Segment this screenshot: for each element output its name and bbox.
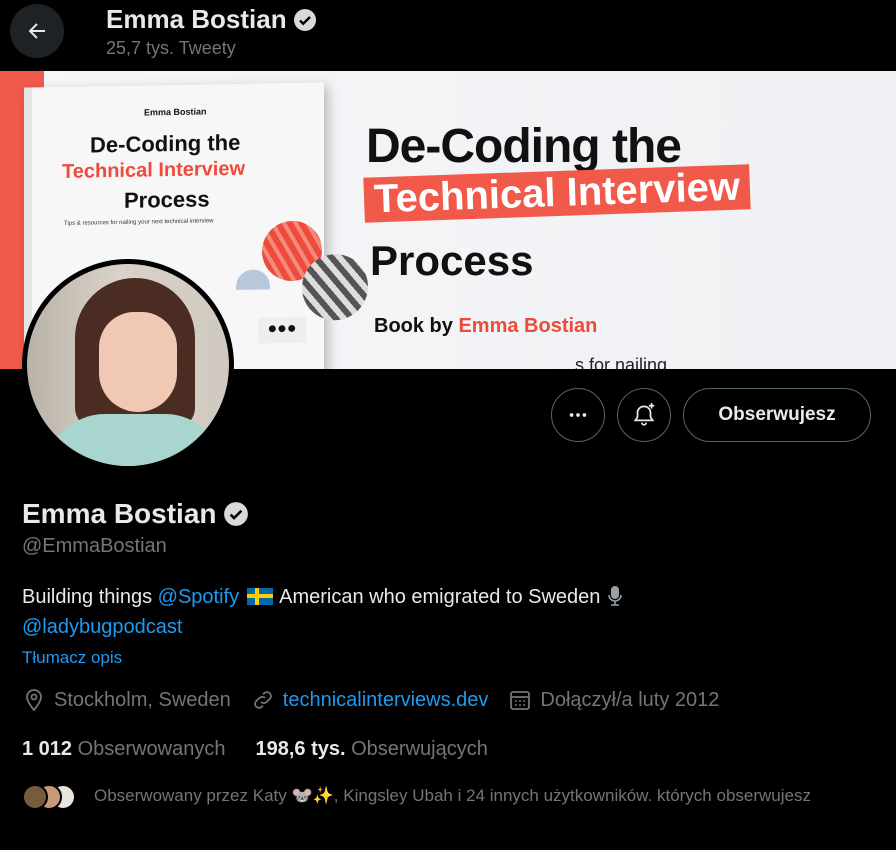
profile-meta: Stockholm, Sweden technicalinterviews.de… — [22, 688, 739, 712]
calendar-icon — [510, 691, 531, 710]
bell-plus-icon — [633, 403, 655, 426]
verified-badge-icon — [293, 8, 316, 31]
bio-link-ladybugpodcast[interactable]: @ladybugpodcast — [22, 616, 182, 638]
book-title-line-1: De-Coding the — [90, 129, 241, 158]
banner-title-line-1: De-Coding the — [366, 120, 682, 173]
avatar[interactable] — [22, 259, 234, 471]
back-button[interactable] — [10, 4, 64, 58]
notifications-button[interactable] — [617, 388, 671, 442]
decorative-dots: ●●● — [258, 316, 306, 344]
more-dots-icon — [569, 413, 587, 417]
profile-handle: @EmmaBostian — [22, 535, 167, 557]
join-date-text: Dołączył/a luty 2012 — [540, 688, 720, 711]
decorative-ball-grey — [302, 253, 368, 321]
following-stat[interactable]: 1 012 Obserwowanych — [22, 738, 225, 761]
following-label: Obserwowanych — [77, 738, 226, 760]
book-title-line-3: Process — [124, 186, 210, 213]
arrow-left-icon — [28, 23, 45, 39]
join-date: Dołączył/a luty 2012 — [508, 688, 719, 712]
more-button[interactable] — [551, 388, 605, 442]
following-count: 1 012 — [22, 738, 73, 760]
book-title-line-2: Technical Interview — [62, 157, 246, 183]
sweden-flag-icon — [246, 588, 273, 605]
tweet-count: 25,7 tys. Tweety — [106, 38, 236, 58]
website: technicalinterviews.dev — [251, 688, 489, 712]
avatar-photo — [27, 264, 229, 466]
profile-bio: Building things @Spotify American who em… — [22, 582, 722, 642]
followers-label: Obserwujących — [351, 738, 488, 760]
bio-link-spotify[interactable]: @Spotify — [158, 586, 239, 608]
translate-bio-link[interactable]: Tłumacz opis — [22, 648, 122, 668]
avatar-shirt — [45, 414, 225, 466]
link-icon — [254, 691, 272, 709]
book-tips: Tips & resources for nailing your next t… — [64, 218, 214, 227]
verified-badge-icon — [223, 502, 248, 526]
banner-title-line-3: Process — [370, 237, 534, 284]
profile-name: Emma Bostian — [22, 498, 249, 530]
banner-byline-name: Emma Bostian — [458, 315, 598, 337]
location-pin-icon — [26, 689, 42, 712]
book-author: Emma Bostian — [144, 106, 207, 118]
header-name: Emma Bostian — [106, 4, 287, 34]
banner-byline: Book by Emma Bostian — [374, 315, 597, 338]
follow-stats: 1 012 Obserwowanych 198,6 tys. Obserwują… — [22, 738, 518, 761]
followed-by-text: Obserwowany przez Katy 🐭✨, Kingsley Ubah… — [94, 786, 811, 805]
followed-by[interactable]: Obserwowany przez Katy 🐭✨, Kingsley Ubah… — [22, 784, 834, 812]
top-header: Emma Bostian 25,7 tys. Tweety — [0, 0, 896, 71]
followed-by-avatars — [22, 784, 82, 812]
followers-count: 198,6 tys. — [255, 738, 346, 760]
banner-cut-text: ...s for nailing — [560, 355, 668, 369]
microphone-icon — [608, 586, 622, 606]
followers-stat[interactable]: 198,6 tys. Obserwujących — [255, 738, 487, 761]
bio-text-1: Building things — [22, 586, 158, 608]
profile-name-text: Emma Bostian — [22, 498, 217, 529]
banner-byline-prefix: Book by — [374, 315, 459, 337]
following-button[interactable]: Obserwujesz — [683, 388, 871, 442]
location-text: Stockholm, Sweden — [54, 688, 231, 711]
location: Stockholm, Sweden — [22, 688, 231, 712]
avatar-face — [99, 312, 177, 412]
website-link[interactable]: technicalinterviews.dev — [283, 689, 489, 712]
decorative-shape — [236, 269, 270, 290]
bio-text-2: American who emigrated to Sweden — [274, 586, 606, 608]
mini-avatar — [22, 784, 48, 810]
header-title: Emma Bostian — [106, 4, 317, 35]
